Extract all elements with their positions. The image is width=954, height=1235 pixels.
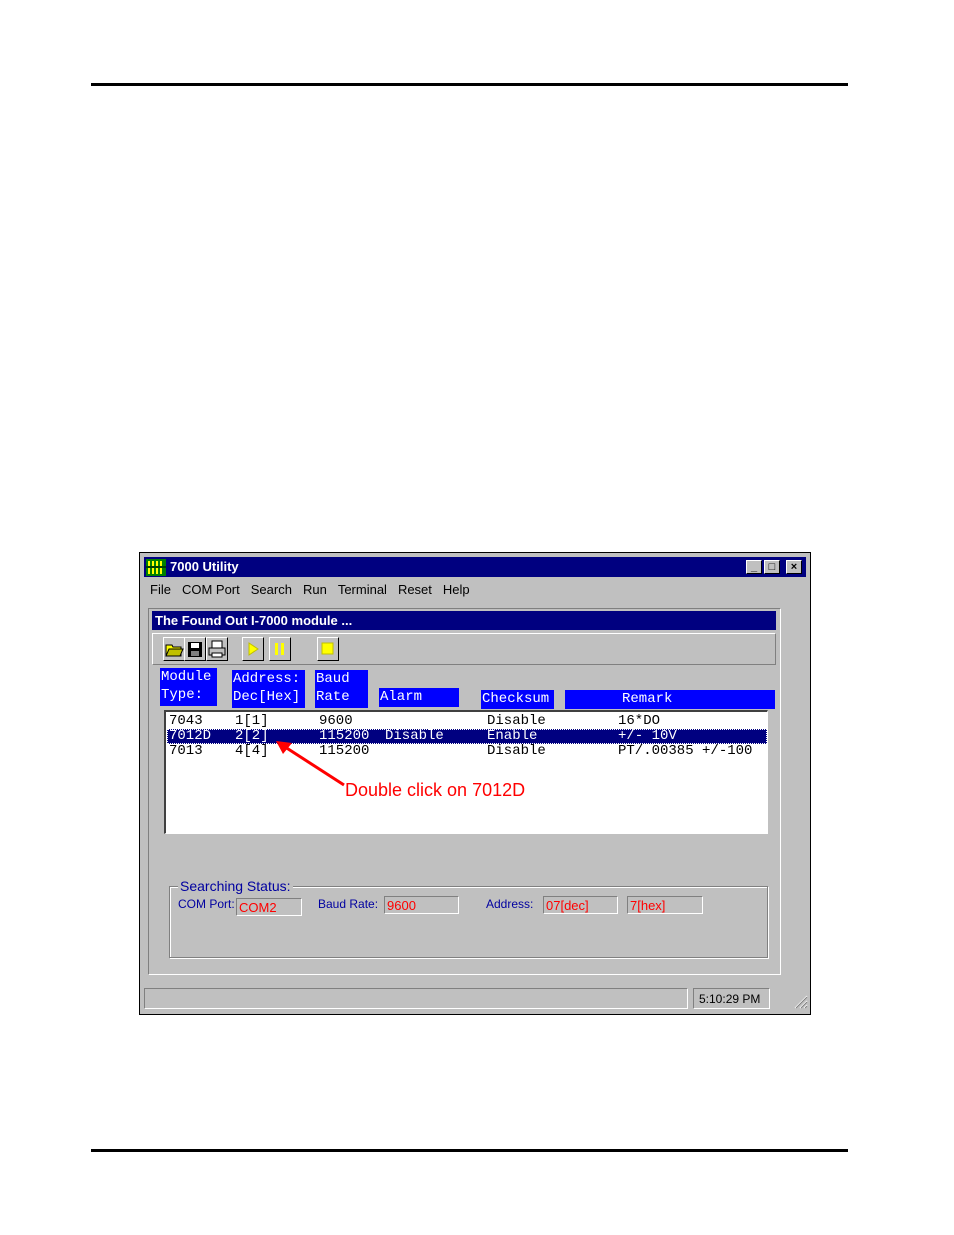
annotation-arrow-icon <box>276 741 345 787</box>
address-label: Address: <box>486 897 534 911</box>
app-logo-icon <box>146 559 166 576</box>
minimize-icon: _ <box>750 561 758 573</box>
maximize-button[interactable]: □ <box>764 560 780 574</box>
com-port-field: COM2 <box>236 898 302 916</box>
cell-module: 7013 <box>169 743 203 759</box>
cell-module: 7012D <box>169 728 212 744</box>
cell-checksum: Disable <box>487 743 546 759</box>
toolbar <box>152 633 776 665</box>
menu-bar: File COM Port Search Run Terminal Reset … <box>146 579 477 599</box>
child-window: The Found Out I-7000 module ... Module T… <box>148 608 781 975</box>
menu-search[interactable]: Search <box>247 579 299 599</box>
menu-run[interactable]: Run <box>299 579 334 599</box>
bottom-rule <box>91 1149 848 1152</box>
cell-baud: 9600 <box>319 713 353 729</box>
baud-rate-label: Baud Rate: <box>318 897 379 911</box>
pause-icon <box>275 643 284 655</box>
save-disk-icon <box>188 642 202 657</box>
table-row[interactable]: 7043 1[1] 9600 Disable 16*DO <box>167 714 767 729</box>
close-icon: × <box>790 561 798 573</box>
cell-remark: +/- 10V <box>618 728 677 744</box>
menu-com-port[interactable]: COM Port <box>178 579 247 599</box>
cell-remark: 16*DO <box>618 713 661 729</box>
save-button[interactable] <box>184 637 206 661</box>
header-baud-rate[interactable]: Baud Rate <box>315 670 368 708</box>
child-window-title[interactable]: The Found Out I-7000 module ... <box>152 611 776 630</box>
cell-address: 4[4] <box>235 743 269 759</box>
stop-button[interactable] <box>317 637 339 661</box>
print-icon <box>208 640 226 658</box>
baud-rate-field: 9600 <box>384 896 459 914</box>
title-bar[interactable]: 7000 Utility _ □ × <box>144 557 806 577</box>
status-bar: 5:10:29 PM <box>144 988 808 1010</box>
searching-status-legend: Searching Status: <box>178 877 293 895</box>
resize-grip-icon[interactable] <box>792 993 808 1009</box>
maximize-icon: □ <box>768 561 776 573</box>
menu-terminal[interactable]: Terminal <box>334 579 394 599</box>
run-button[interactable] <box>242 637 264 661</box>
searching-status-group: Searching Status: COM Port: COM2 Baud Ra… <box>169 877 768 958</box>
cell-checksum: Enable <box>487 728 538 744</box>
annotation-text: Double click on 7012D <box>345 780 526 800</box>
com-port-label: COM Port: <box>178 897 235 911</box>
pause-button[interactable] <box>269 637 291 661</box>
minimize-button[interactable]: _ <box>746 560 762 574</box>
app-window: 7000 Utility _ □ × File COM Port Search … <box>139 552 811 1015</box>
cell-alarm: Disable <box>385 728 444 744</box>
header-remark[interactable]: Remark <box>565 690 775 709</box>
top-rule <box>91 83 848 86</box>
header-address[interactable]: Address: Dec[Hex] <box>232 670 305 708</box>
status-bar-panel <box>144 988 688 1009</box>
print-button[interactable] <box>206 637 228 661</box>
menu-help[interactable]: Help <box>439 579 477 599</box>
header-alarm[interactable]: Alarm <box>379 688 459 707</box>
window-title: 7000 Utility <box>170 559 239 574</box>
cell-address: 2[2] <box>235 728 269 744</box>
open-button[interactable] <box>163 637 185 661</box>
cell-remark: PT/.00385 +/-100 <box>618 743 753 759</box>
cell-address: 1[1] <box>235 713 269 729</box>
close-button[interactable]: × <box>786 560 802 574</box>
status-time: 5:10:29 PM <box>693 988 770 1009</box>
stop-icon <box>321 642 334 655</box>
menu-reset[interactable]: Reset <box>394 579 439 599</box>
cell-checksum: Disable <box>487 713 546 729</box>
cell-module: 7043 <box>169 713 203 729</box>
menu-file[interactable]: File <box>146 579 178 599</box>
header-checksum[interactable]: Checksum <box>481 690 554 709</box>
module-list[interactable]: 7043 1[1] 9600 Disable 16*DO 7012D 2[2] … <box>164 710 768 834</box>
table-row[interactable]: 7013 4[4] 115200 Disable PT/.00385 +/-10… <box>167 744 767 759</box>
table-row-selected[interactable]: 7012D 2[2] 115200 Disable Enable +/- 10V <box>167 729 767 744</box>
open-folder-icon <box>165 644 184 657</box>
play-icon <box>248 642 259 656</box>
address-dec-field: 07[dec] <box>543 896 618 914</box>
header-module-type[interactable]: Module Type: <box>160 668 217 706</box>
address-hex-field: 7[hex] <box>627 896 703 914</box>
